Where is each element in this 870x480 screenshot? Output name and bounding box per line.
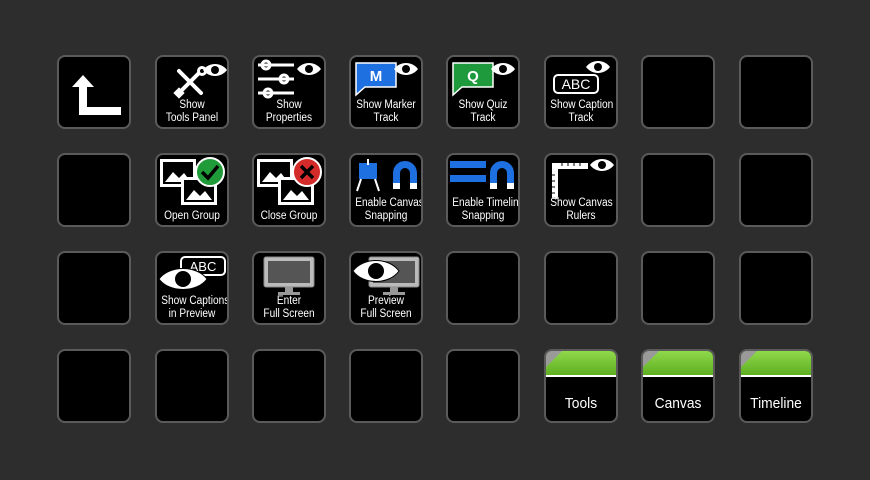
show-marker-track-button[interactable]: M Show Marker Track bbox=[349, 55, 423, 129]
key-label: Show Tools Panel bbox=[165, 99, 219, 124]
show-properties-button[interactable]: Show Properties bbox=[252, 55, 326, 129]
show-quiz-track-button[interactable]: Q Show Quiz Track bbox=[446, 55, 520, 129]
key-label: Close Group bbox=[260, 209, 318, 222]
key-label: Enable Canvas Snapping bbox=[355, 197, 423, 222]
show-captions-in-preview-button[interactable]: ABC Show Captions in Preview bbox=[155, 251, 229, 325]
back-button[interactable] bbox=[57, 55, 131, 129]
svg-text:M: M bbox=[370, 68, 383, 85]
key-label: Show Caption Track bbox=[550, 99, 614, 124]
empty-key[interactable] bbox=[739, 55, 813, 129]
empty-key[interactable] bbox=[739, 251, 813, 325]
show-canvas-rulers-button[interactable]: Show Canvas Rulers bbox=[544, 153, 618, 227]
back-arrow-icon bbox=[72, 75, 121, 115]
svg-text:ABC: ABC bbox=[562, 76, 591, 92]
empty-key[interactable] bbox=[252, 349, 326, 423]
preview-full-screen-button[interactable]: Preview Full Screen bbox=[349, 251, 423, 325]
empty-key[interactable] bbox=[57, 349, 131, 423]
timeline-tab-button[interactable]: Timeline bbox=[739, 349, 813, 423]
empty-key[interactable] bbox=[57, 251, 131, 325]
tab-label: Canvas bbox=[654, 395, 702, 412]
empty-key[interactable] bbox=[544, 251, 618, 325]
key-label: Enable Timeline Snapping bbox=[452, 197, 520, 222]
tab-label: Timeline bbox=[750, 395, 802, 412]
open-group-button[interactable]: Open Group bbox=[155, 153, 229, 227]
empty-key[interactable] bbox=[739, 153, 813, 227]
enable-canvas-snapping-button[interactable]: Enable Canvas Snapping bbox=[349, 153, 423, 227]
show-caption-track-button[interactable]: ABC Show Caption Track bbox=[544, 55, 618, 129]
folded-corner-icon bbox=[741, 351, 757, 367]
key-label: Open Group bbox=[164, 209, 220, 222]
close-group-button[interactable]: Close Group bbox=[252, 153, 326, 227]
empty-key[interactable] bbox=[155, 349, 229, 423]
empty-key[interactable] bbox=[349, 349, 423, 423]
folded-corner-icon bbox=[643, 351, 659, 367]
enter-full-screen-button[interactable]: Enter Full Screen bbox=[252, 251, 326, 325]
empty-key[interactable] bbox=[641, 153, 715, 227]
key-label: Enter Full Screen bbox=[263, 295, 315, 320]
canvas-tab-button[interactable]: Canvas bbox=[641, 349, 715, 423]
empty-key[interactable] bbox=[641, 55, 715, 129]
tools-tab-button[interactable]: Tools bbox=[544, 349, 618, 423]
key-label: Show Captions in Preview bbox=[161, 295, 229, 320]
key-label: Show Quiz Track bbox=[458, 99, 508, 124]
key-label: Show Marker Track bbox=[356, 99, 416, 124]
empty-key[interactable] bbox=[641, 251, 715, 325]
tab-label: Tools bbox=[564, 395, 598, 412]
key-label: Preview Full Screen bbox=[360, 295, 412, 320]
empty-key[interactable] bbox=[446, 349, 520, 423]
key-label: Show Canvas Rulers bbox=[550, 197, 613, 222]
enable-timeline-snapping-button[interactable]: Enable Timeline Snapping bbox=[446, 153, 520, 227]
folded-corner-icon bbox=[546, 351, 562, 367]
key-label: Show Properties bbox=[265, 99, 313, 124]
show-tools-panel-button[interactable]: Show Tools Panel bbox=[155, 55, 229, 129]
empty-key[interactable] bbox=[57, 153, 131, 227]
empty-key[interactable] bbox=[446, 251, 520, 325]
svg-text:Q: Q bbox=[467, 68, 479, 85]
